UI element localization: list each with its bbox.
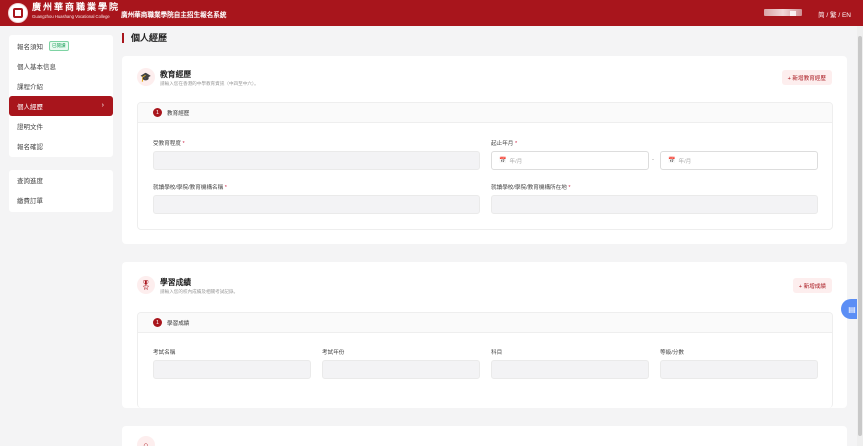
school-location-input[interactable] [491, 195, 818, 214]
sidebar-item-label: 繳費訂單 [17, 198, 43, 205]
academic-card: 🎖 學習成績 請輸入您的校內成績及相關考試記錄。 + 新增成績 1 學習成績 考… [122, 262, 847, 408]
academic-entry: 1 學習成績 考試名稱 考試年份 科目 等級/分數 [137, 312, 833, 408]
exam-name-label: 考試名稱 [153, 350, 176, 356]
entry-title: 教育經歷 [167, 110, 190, 117]
entry-number: 1 [153, 108, 162, 117]
college-name-cn: 廣州華商職業學院 [32, 3, 121, 13]
scrollbar-thumb[interactable] [858, 36, 862, 436]
entry-number: 1 [153, 318, 162, 327]
subject-label: 科目 [491, 350, 503, 356]
exam-name-input[interactable] [153, 360, 311, 379]
period-label: 起止年月 * [491, 141, 518, 147]
add-score-button[interactable]: + 新增成績 [792, 278, 832, 293]
sidebar-item-label: 個人經歷 [17, 104, 43, 111]
sidebar-nav-secondary: 查詢進度 繳費訂單 [9, 170, 113, 212]
school-name-input[interactable] [153, 195, 480, 214]
chevron-right-icon: › [101, 102, 104, 109]
user-name-blurred[interactable] [764, 9, 802, 16]
education-entry-header: 1 教育經歷 [138, 103, 832, 123]
end-date-placeholder: 年/月 [678, 158, 692, 165]
read-status-badge: 已閱讀 [49, 41, 69, 51]
add-education-button[interactable]: + 新增教育經歷 [781, 70, 832, 85]
start-date-input[interactable]: 📅 年/月 [491, 151, 649, 170]
award-ribbon-icon: 🎖 [137, 276, 155, 294]
education-card: 🎓 教育經歷 請輸入您在香港的中學教育資訊（中四至中六）。 + 新增教育經歷 1… [122, 56, 847, 244]
section-icon: ○ [137, 436, 155, 446]
calendar-icon: 📅 [668, 158, 676, 164]
top-bar: 廣州華商職業學院 Guangzhou Huashang Vocational C… [0, 0, 863, 26]
grade-label: 等級/分數 [660, 350, 684, 356]
user-avatar-icon[interactable] [790, 11, 796, 16]
sidebar-item-label: 查詢進度 [17, 178, 43, 185]
sidebar-nav-main: 報名須知 已閱讀 個人基本信息 課程介紹 個人經歷 › 證明文件 報名確認 [9, 35, 113, 157]
education-level-label: 受教育程度 * [153, 141, 185, 147]
document-icon: ▤ [848, 304, 856, 314]
entry-title: 學習成績 [167, 320, 190, 327]
sidebar-item-personal-experience[interactable]: 個人經歷 › [9, 96, 113, 116]
sidebar-item-course-intro[interactable]: 課程介紹 [9, 76, 113, 96]
sidebar-item-confirm[interactable]: 報名確認 [9, 136, 113, 156]
exam-year-label: 考試年份 [322, 350, 345, 356]
sidebar-item-label: 課程介紹 [17, 84, 43, 91]
sidebar-item-documents[interactable]: 證明文件 [9, 116, 113, 136]
school-location-label: 就讀學校/學院/教育機構所在地 * [491, 185, 571, 191]
next-section-card: ○ [122, 426, 847, 446]
calendar-icon: 📅 [499, 158, 507, 164]
sidebar-item-label: 證明文件 [17, 124, 43, 131]
sidebar-item-progress[interactable]: 查詢進度 [9, 170, 113, 190]
academic-title: 學習成績 [160, 278, 192, 287]
end-date-input[interactable]: 📅 年/月 [660, 151, 818, 170]
sidebar-item-label: 報名須知 [17, 44, 43, 51]
college-name-en: Guangzhou Huashang Vocational College [32, 14, 110, 19]
sidebar-item-basic-info[interactable]: 個人基本信息 [9, 56, 113, 76]
sidebar-item-label: 個人基本信息 [17, 64, 56, 71]
exam-year-input[interactable] [322, 360, 480, 379]
college-logo-text: 廣州華商職業學院 Guangzhou Huashang Vocational C… [32, 4, 120, 19]
school-name-label: 就讀學校/學院/教育機構名稱 * [153, 185, 227, 191]
start-date-placeholder: 年/月 [509, 158, 523, 165]
college-logo-icon [8, 3, 28, 23]
academic-entry-header: 1 學習成績 [138, 313, 832, 333]
education-title: 教育經歷 [160, 70, 192, 79]
sidebar-item-label: 報名確認 [17, 144, 43, 151]
education-subtitle: 請輸入您在香港的中學教育資訊（中四至中六）。 [160, 81, 259, 86]
date-range-separator: - [652, 157, 654, 163]
education-level-select[interactable] [153, 151, 480, 170]
system-title: 廣州華商職業學院自主招生報名系統 [121, 12, 227, 19]
language-switcher[interactable]: 简 / 繁 / EN [818, 9, 851, 19]
sidebar-item-notice[interactable]: 報名須知 已閱讀 [9, 36, 113, 56]
grade-input[interactable] [660, 360, 818, 379]
page-title: 個人經歷 [122, 33, 167, 43]
education-entry: 1 教育經歷 受教育程度 * 起止年月 * 📅 年/月 - 📅 年/月 就讀學校… [137, 102, 833, 230]
academic-subtitle: 請輸入您的校內成績及相關考試記錄。 [160, 289, 239, 294]
graduation-cap-icon: 🎓 [137, 68, 155, 86]
subject-input[interactable] [491, 360, 649, 379]
sidebar-item-orders[interactable]: 繳費訂單 [9, 190, 113, 210]
